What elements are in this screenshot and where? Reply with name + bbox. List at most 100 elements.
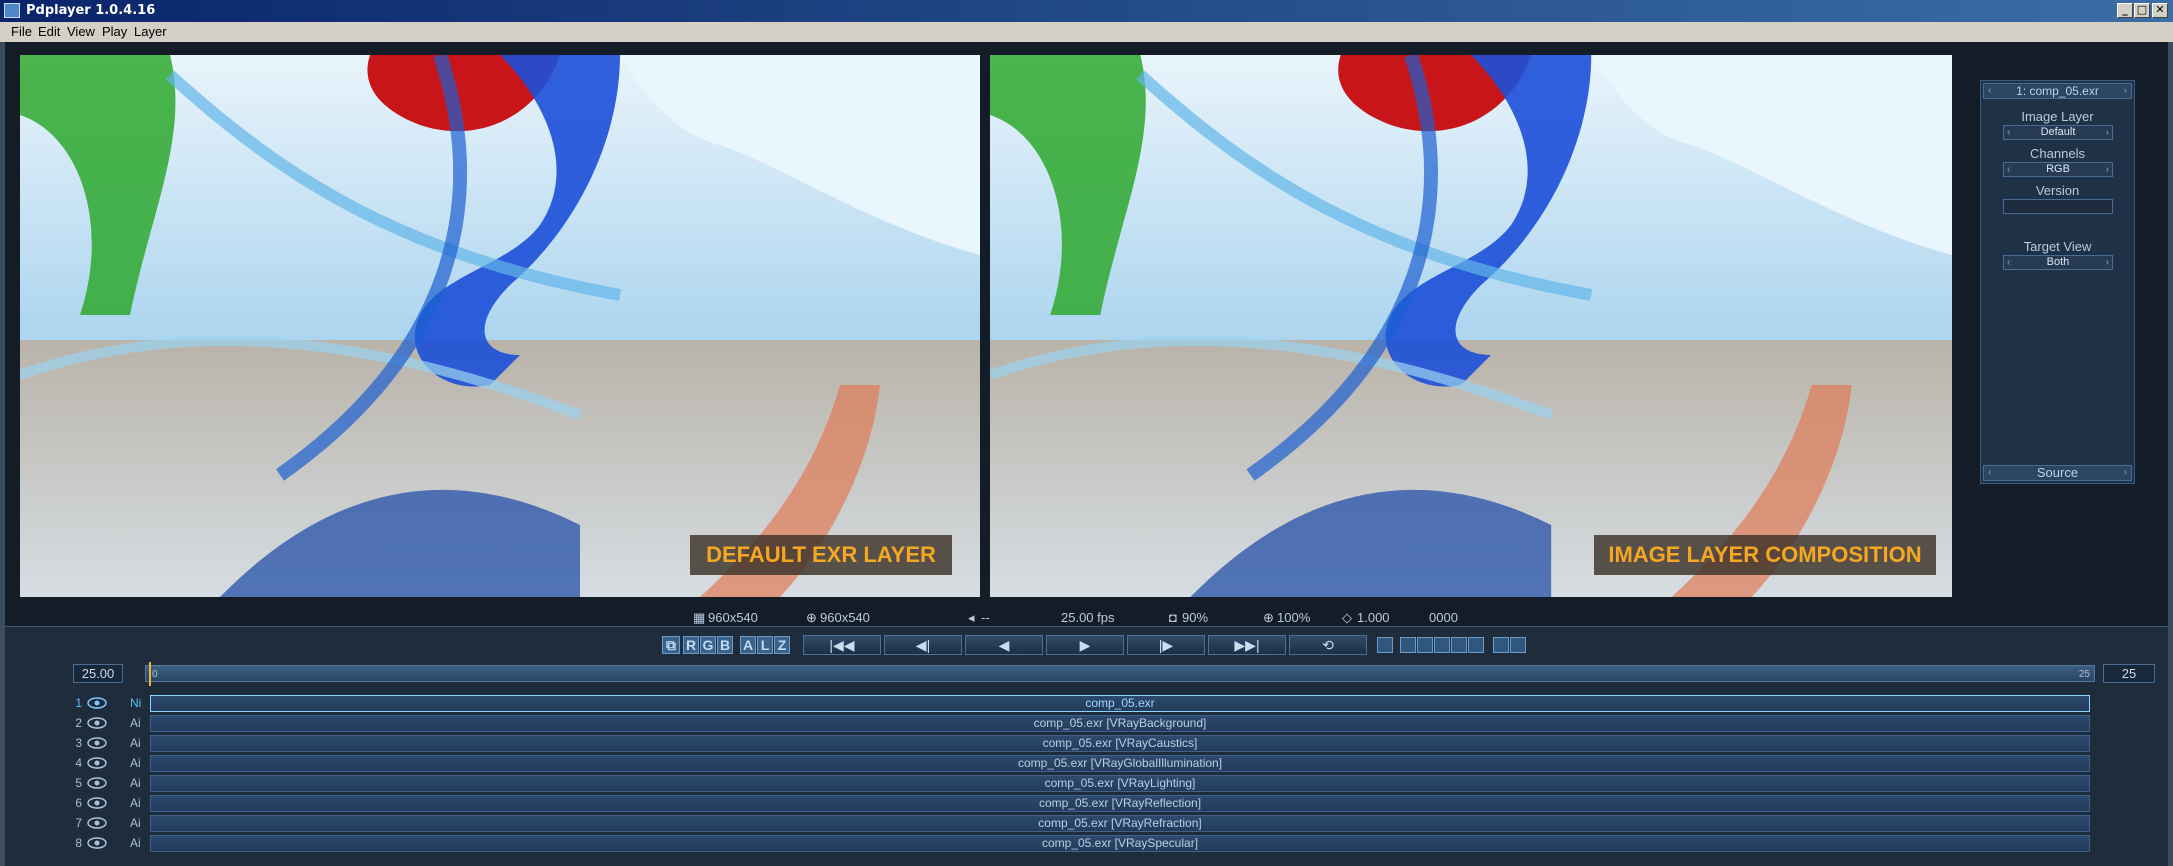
layer-flag: Ai xyxy=(130,756,141,770)
layer-flag: Ai xyxy=(130,736,141,750)
layer-flag: Ai xyxy=(130,796,141,810)
next-icon[interactable]: › xyxy=(2124,466,2127,480)
layer-clip[interactable]: comp_05.exr [VRaySpecular] xyxy=(150,835,2090,852)
eye-icon[interactable] xyxy=(86,717,108,729)
maximize-button[interactable]: □ xyxy=(2134,3,2150,18)
left-viewer[interactable]: DEFAULT EXR LAYER xyxy=(20,55,980,597)
right-viewer[interactable]: IMAGE LAYER COMPOSITION xyxy=(990,55,1952,597)
layer-row[interactable]: 3 Ai comp_05.exr [VRayCaustics] xyxy=(60,734,2090,752)
prev-icon[interactable]: ‹ xyxy=(1988,84,1991,98)
prev-icon[interactable]: ‹ xyxy=(2007,126,2010,139)
view-single-icon[interactable] xyxy=(1400,637,1416,653)
channel-g-button[interactable]: G xyxy=(700,636,716,654)
quality-readout: 90% xyxy=(1182,610,1209,625)
channel-l-button[interactable]: L xyxy=(757,636,773,654)
layer-clip[interactable]: comp_05.exr [VRayRefraction] xyxy=(150,815,2090,832)
layer-flag: Ai xyxy=(130,776,141,790)
layer-row[interactable]: 5 Ai comp_05.exr [VRayLighting] xyxy=(60,774,2090,792)
play-backward-button[interactable]: ◀ xyxy=(965,635,1043,655)
channel-b-button[interactable]: B xyxy=(717,636,733,654)
gamma-readout: 1.000 xyxy=(1357,610,1390,625)
next-icon[interactable]: › xyxy=(2106,163,2109,176)
window-title: Pdplayer 1.0.4.16 xyxy=(26,3,156,18)
view-split-icon[interactable] xyxy=(1468,637,1484,653)
eye-icon[interactable] xyxy=(86,737,108,749)
eye-icon[interactable] xyxy=(86,817,108,829)
resolution-readout: 960x540 xyxy=(708,610,758,625)
channel-z-button[interactable]: Z xyxy=(774,636,790,654)
resolution-icon: ▦ xyxy=(693,610,706,625)
prev-icon[interactable]: ‹ xyxy=(1988,466,1991,480)
fps-input[interactable]: 25.00 xyxy=(73,664,123,683)
channels-label: Channels xyxy=(2030,146,2085,161)
zoom-readout: 100% xyxy=(1277,610,1311,625)
eye-icon[interactable] xyxy=(86,797,108,809)
source-panel-header[interactable]: ‹ 1: comp_05.exr › xyxy=(1983,83,2132,99)
eye-icon[interactable] xyxy=(86,757,108,769)
end-frame-input[interactable]: 25 xyxy=(2103,664,2155,683)
source-footer-label: Source xyxy=(2036,465,2079,480)
channels-select[interactable]: ‹ RGB › xyxy=(2003,162,2113,177)
prev-icon[interactable]: ‹ xyxy=(2007,256,2010,269)
layer-row[interactable]: 2 Ai comp_05.exr [VRayBackground] xyxy=(60,714,2090,732)
layer-clip[interactable]: comp_05.exr xyxy=(150,695,2090,712)
layer-number: 7 xyxy=(75,816,82,830)
next-icon[interactable]: › xyxy=(2106,256,2109,269)
target-view-value: Both xyxy=(2046,256,2070,268)
fps-readout: 25.00 fps xyxy=(1061,610,1115,625)
next-icon[interactable]: › xyxy=(2106,126,2109,139)
layer-clip[interactable]: comp_05.exr [VRayBackground] xyxy=(150,715,2090,732)
menu-layer[interactable]: Layer xyxy=(134,24,167,39)
view-compare-icon[interactable] xyxy=(1493,637,1509,653)
layer-row[interactable]: 6 Ai comp_05.exr [VRayReflection] xyxy=(60,794,2090,812)
menu-file[interactable]: File xyxy=(11,24,32,39)
view-list-icon[interactable] xyxy=(1377,637,1393,653)
version-label: Version xyxy=(2035,183,2080,198)
step-forward-button[interactable]: |▶ xyxy=(1127,635,1205,655)
layer-clip[interactable]: comp_05.exr [VRayGlobalIllumination] xyxy=(150,755,2090,772)
timeline-start-label: 0 xyxy=(152,669,158,680)
gamma-icon: ◇ xyxy=(1342,610,1352,625)
version-select[interactable] xyxy=(2003,199,2113,214)
channel-toggle-icon[interactable]: ⧉ xyxy=(662,636,680,654)
source-panel-footer[interactable]: ‹ Source › xyxy=(1983,465,2132,481)
channel-r-button[interactable]: R xyxy=(683,636,699,654)
minimize-button[interactable]: _ xyxy=(2117,3,2133,18)
playhead[interactable] xyxy=(149,662,151,686)
play-button[interactable]: ▶ xyxy=(1046,635,1124,655)
layer-row[interactable]: 4 Ai comp_05.exr [VRayGlobalIllumination… xyxy=(60,754,2090,772)
layer-clip[interactable]: comp_05.exr [VRayCaustics] xyxy=(150,735,2090,752)
eye-icon[interactable] xyxy=(86,697,108,709)
step-back-button[interactable]: ◀| xyxy=(884,635,962,655)
close-button[interactable]: ✕ xyxy=(2152,3,2168,18)
eye-icon[interactable] xyxy=(86,777,108,789)
image-layer-select[interactable]: ‹ Default › xyxy=(2003,125,2113,140)
channel-a-button[interactable]: A xyxy=(740,636,756,654)
channels-value: RGB xyxy=(2046,163,2070,175)
layer-row[interactable]: 8 Ai comp_05.exr [VRaySpecular] xyxy=(60,834,2090,852)
target-view-select[interactable]: ‹ Both › xyxy=(2003,255,2113,270)
view-diff-icon[interactable] xyxy=(1434,637,1450,653)
go-to-end-button[interactable]: ▶▶| xyxy=(1208,635,1286,655)
menu-edit[interactable]: Edit xyxy=(38,24,60,39)
layer-clip[interactable]: comp_05.exr [VRayReflection] xyxy=(150,795,2090,812)
menu-view[interactable]: View xyxy=(67,24,95,39)
menu-bar: File Edit View Play Layer xyxy=(0,22,2173,42)
quality-icon: ◘ xyxy=(1169,610,1177,625)
timeline-scrubber[interactable]: 0 25 xyxy=(145,662,2095,686)
view-grid-icon[interactable] xyxy=(1417,637,1433,653)
audio-readout: -- xyxy=(981,610,990,625)
next-icon[interactable]: › xyxy=(2124,84,2127,98)
view-side-by-side-icon[interactable] xyxy=(1451,637,1467,653)
display-resolution-readout: 960x540 xyxy=(820,610,870,625)
go-to-start-button[interactable]: |◀◀ xyxy=(803,635,881,655)
prev-icon[interactable]: ‹ xyxy=(2007,163,2010,176)
layer-flag: Ni xyxy=(130,696,142,710)
view-overlay-icon[interactable] xyxy=(1510,637,1526,653)
layer-row[interactable]: 7 Ai comp_05.exr [VRayRefraction] xyxy=(60,814,2090,832)
menu-play[interactable]: Play xyxy=(102,24,127,39)
loop-button[interactable]: ⟲ xyxy=(1289,635,1367,655)
layer-row[interactable]: 1 Ni comp_05.exr xyxy=(60,694,2090,712)
eye-icon[interactable] xyxy=(86,837,108,849)
layer-clip[interactable]: comp_05.exr [VRayLighting] xyxy=(150,775,2090,792)
